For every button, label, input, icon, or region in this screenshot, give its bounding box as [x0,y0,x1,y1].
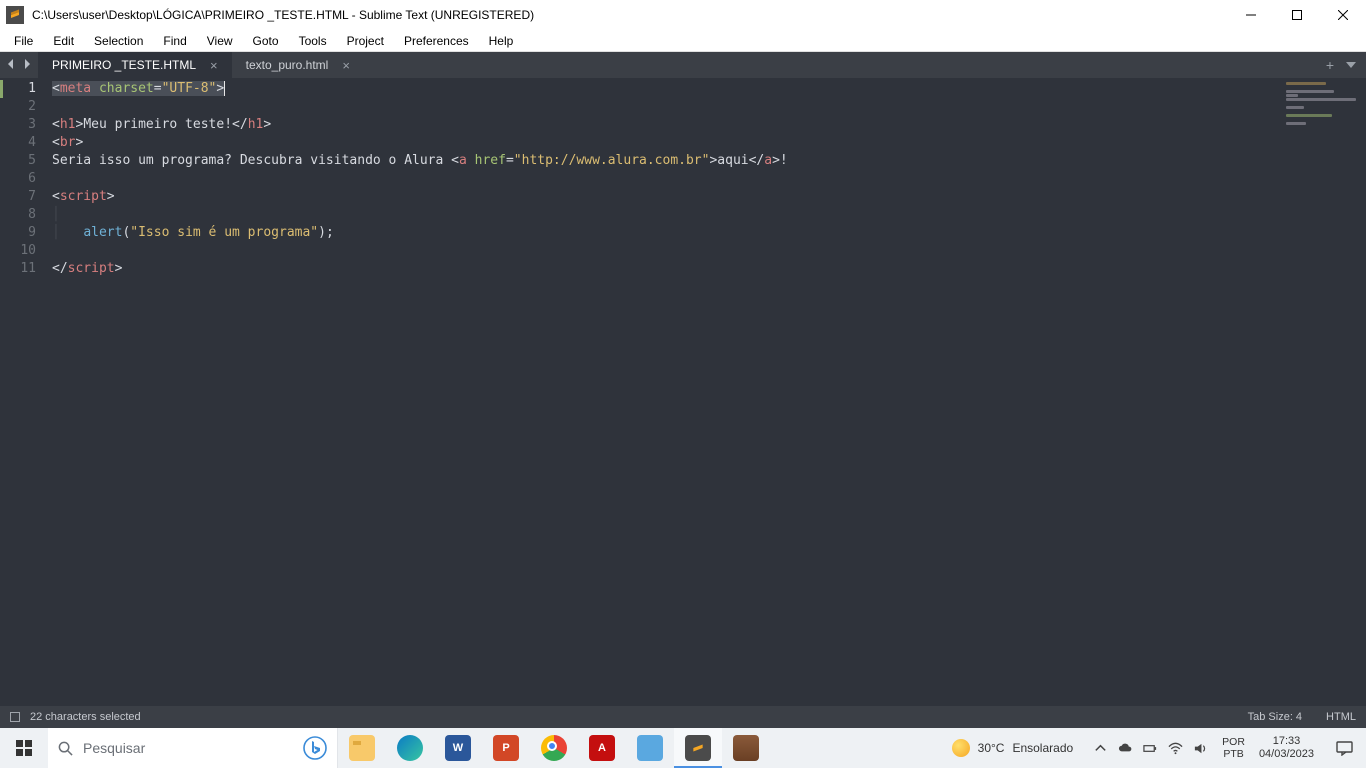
taskbar-app-explorer[interactable] [338,728,386,768]
taskbar-search[interactable]: Pesquisar [48,728,338,768]
tab-texto-puro[interactable]: texto_puro.html × [232,52,364,78]
new-tab-button[interactable]: + [1326,57,1334,73]
tab-label: texto_puro.html [246,58,329,72]
status-bar: 22 characters selected Tab Size: 4 HTML [0,706,1366,728]
chevron-up-icon[interactable] [1093,741,1108,756]
taskbar-app-winrar[interactable] [722,728,770,768]
weather-cond: Ensolarado [1012,741,1073,755]
close-button[interactable] [1320,0,1366,30]
taskbar-clock[interactable]: 17:3304/03/2023 [1251,735,1322,761]
wifi-icon[interactable] [1168,741,1183,756]
minimize-button[interactable] [1228,0,1274,30]
editor-area[interactable]: 1 2 3 4 5 6 7 8 9 10 11 <meta charset="U… [0,78,1366,706]
menu-find[interactable]: Find [153,32,196,50]
window-title: C:\Users\user\Desktop\LÓGICA\PRIMEIRO _T… [32,8,534,22]
tab-dropdown-icon[interactable] [1346,57,1356,73]
menu-help[interactable]: Help [479,32,524,50]
menu-project[interactable]: Project [337,32,394,50]
line-number: 5 [0,152,52,170]
onedrive-icon[interactable] [1118,741,1133,756]
menu-goto[interactable]: Goto [243,32,289,50]
line-number: 3 [0,116,52,134]
menu-view[interactable]: View [197,32,243,50]
taskbar-app-powerpoint[interactable]: P [482,728,530,768]
line-number: 6 [0,170,52,188]
taskbar-app-notepad[interactable] [626,728,674,768]
status-syntax[interactable]: HTML [1326,711,1356,723]
line-number: 11 [0,260,52,278]
panel-switcher-icon[interactable] [10,712,20,722]
volume-icon[interactable] [1193,741,1208,756]
tab-strip: PRIMEIRO _TESTE.HTML × texto_puro.html ×… [0,52,1366,78]
menu-tools[interactable]: Tools [289,32,337,50]
close-tab-icon[interactable]: × [210,59,218,72]
line-number: 7 [0,188,52,206]
maximize-button[interactable] [1274,0,1320,30]
start-button[interactable] [0,728,48,768]
taskbar-app-edge[interactable] [386,728,434,768]
menu-edit[interactable]: Edit [43,32,84,50]
taskbar-app-chrome[interactable] [530,728,578,768]
window-titlebar: C:\Users\user\Desktop\LÓGICA\PRIMEIRO _T… [0,0,1366,30]
line-number: 9 [0,224,52,242]
menu-bar: File Edit Selection Find View Goto Tools… [0,30,1366,52]
action-center-icon[interactable] [1322,728,1366,768]
system-tray[interactable] [1085,741,1216,756]
taskbar-app-acrobat[interactable]: A [578,728,626,768]
close-tab-icon[interactable]: × [342,59,350,72]
windows-taskbar: Pesquisar W P A 30°C Ensolarado PORPTB 1… [0,728,1366,768]
menu-file[interactable]: File [4,32,43,50]
sun-icon [952,739,970,757]
taskbar-app-word[interactable]: W [434,728,482,768]
menu-preferences[interactable]: Preferences [394,32,479,50]
taskbar-app-sublime[interactable] [674,728,722,768]
taskbar-language[interactable]: PORPTB [1216,736,1251,760]
search-icon [58,741,73,756]
menu-selection[interactable]: Selection [84,32,153,50]
status-tab-size[interactable]: Tab Size: 4 [1248,711,1302,723]
tab-nav-forward-icon[interactable] [22,56,32,74]
line-number: 4 [0,134,52,152]
line-number: 1 [0,80,52,98]
minimap[interactable] [1286,82,1360,126]
search-placeholder: Pesquisar [83,740,293,756]
code-content[interactable]: <meta charset="UTF-8"> <h1>Meu primeiro … [52,78,1366,706]
tab-primeiro-teste[interactable]: PRIMEIRO _TESTE.HTML × [38,52,232,78]
line-number: 8 [0,206,52,224]
bing-icon[interactable] [303,736,327,760]
sublime-app-icon [6,6,24,24]
tab-label: PRIMEIRO _TESTE.HTML [52,58,196,72]
line-number: 10 [0,242,52,260]
battery-icon[interactable] [1143,741,1158,756]
line-number: 2 [0,98,52,116]
status-selection: 22 characters selected [30,711,141,723]
taskbar-weather[interactable]: 30°C Ensolarado [940,739,1086,757]
weather-temp: 30°C [978,741,1005,755]
line-number-gutter: 1 2 3 4 5 6 7 8 9 10 11 [0,78,52,706]
tab-nav-back-icon[interactable] [6,56,16,74]
